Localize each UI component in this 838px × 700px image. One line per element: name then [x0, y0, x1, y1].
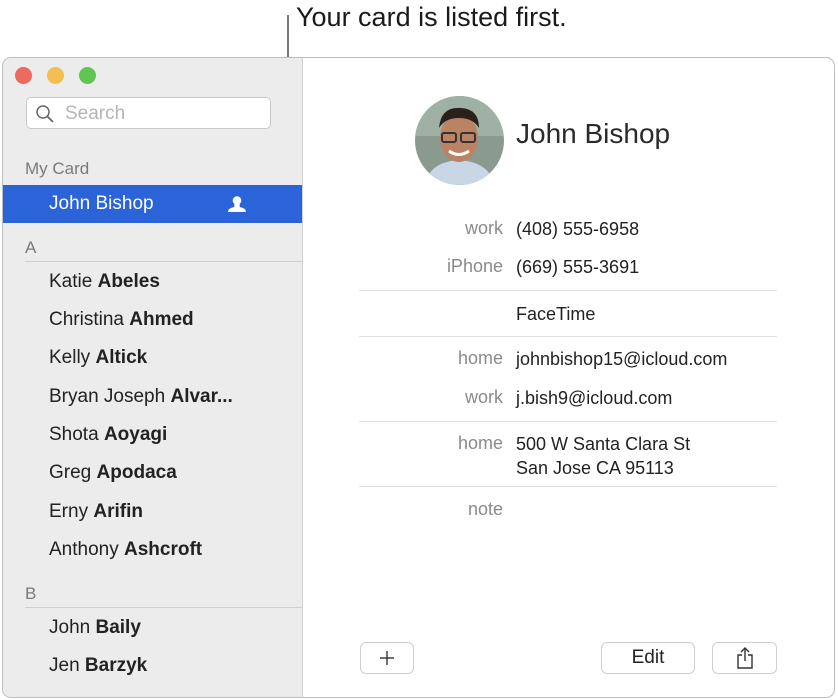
contact-detail-pane: John Bishop work (408) 555-6958 iPhone (…: [303, 58, 834, 697]
contact-row[interactable]: John Baily: [3, 609, 302, 647]
search-field[interactable]: [26, 97, 271, 129]
contact-name: John Bishop: [49, 193, 154, 214]
contacts-window: My Card John Bishop A Katie Abeles Chris…: [2, 57, 835, 698]
search-input[interactable]: [63, 102, 267, 126]
contact-name: Katie Abeles: [49, 271, 160, 292]
facetime-link[interactable]: FaceTime: [516, 302, 595, 326]
contact-row[interactable]: Bryan Joseph Alvar...: [3, 378, 302, 416]
contact-row[interactable]: Christina Ahmed: [3, 301, 302, 339]
minimize-button[interactable]: [47, 67, 64, 84]
section-divider: [25, 607, 302, 608]
section-header-a: A: [25, 238, 37, 257]
email-value[interactable]: j.bish9@icloud.com: [516, 386, 672, 410]
contact-full-name: John Bishop: [516, 118, 671, 149]
contact-name: Shota Aoyagi: [49, 424, 168, 445]
phone-label: work: [464, 218, 503, 238]
close-button[interactable]: [15, 67, 32, 84]
email-label: home: [457, 348, 503, 368]
contact-row-my-card[interactable]: John Bishop: [3, 185, 302, 223]
my-card-header: My Card: [25, 159, 90, 178]
email-label: work: [464, 387, 503, 407]
contact-row[interactable]: Jen Barzyk: [3, 647, 302, 685]
contact-name: Jen Barzyk: [49, 655, 148, 676]
share-button[interactable]: [712, 642, 777, 674]
field-divider: [359, 486, 777, 487]
contact-name: Anthony Ashcroft: [49, 539, 203, 560]
contact-row[interactable]: Anthony Ashcroft: [3, 531, 302, 569]
contact-row[interactable]: Katie Abeles: [3, 263, 302, 301]
contact-name: John Baily: [49, 617, 141, 638]
zoom-button[interactable]: [79, 67, 96, 84]
edit-button[interactable]: Edit: [601, 642, 695, 674]
my-card-person-icon: [228, 196, 246, 212]
field-divider: [359, 336, 777, 337]
sidebar: My Card John Bishop A Katie Abeles Chris…: [3, 58, 303, 697]
contact-name: Kelly Altick: [49, 347, 148, 368]
share-icon: [736, 647, 753, 669]
search-icon: [36, 105, 54, 123]
contact-avatar: [415, 96, 504, 185]
section-divider: [25, 261, 302, 262]
email-value[interactable]: johnbishop15@icloud.com: [516, 347, 727, 371]
contact-row[interactable]: Kelly Altick: [3, 339, 302, 377]
contact-name: Bryan Joseph Alvar...: [49, 386, 233, 407]
address-label: home: [457, 433, 503, 453]
phone-label: iPhone: [446, 256, 503, 276]
plus-icon: [380, 651, 394, 665]
contact-name: Erny Arifin: [49, 501, 143, 522]
address-line1[interactable]: 500 W Santa Clara St: [516, 432, 690, 456]
contact-name: Christina Ahmed: [49, 309, 194, 330]
avatar-photo: [415, 96, 504, 185]
section-header-b: B: [25, 584, 37, 603]
contact-row[interactable]: Shota Aoyagi: [3, 416, 302, 454]
field-divider: [359, 421, 777, 422]
note-label: note: [467, 499, 503, 519]
contact-row[interactable]: Greg Apodaca: [3, 454, 302, 492]
phone-value[interactable]: (669) 555-3691: [516, 255, 639, 279]
add-button[interactable]: [360, 642, 414, 674]
address-line2[interactable]: San Jose CA 95113: [516, 456, 674, 480]
callout-label: Your card is listed first.: [296, 2, 567, 32]
contact-name: Greg Apodaca: [49, 462, 177, 483]
phone-value[interactable]: (408) 555-6958: [516, 217, 639, 241]
field-divider: [359, 290, 777, 291]
contact-row[interactable]: Erny Arifin: [3, 493, 302, 531]
